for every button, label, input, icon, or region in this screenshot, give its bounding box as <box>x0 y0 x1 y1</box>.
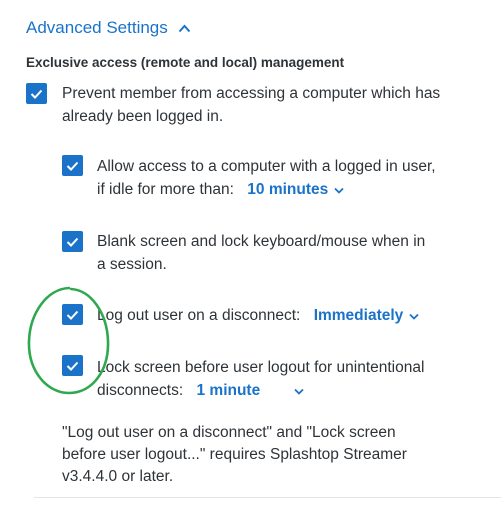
prevent-access-checkbox[interactable] <box>26 83 47 104</box>
logout-timing-dropdown[interactable]: Immediately <box>314 304 420 327</box>
check-icon <box>30 89 43 99</box>
advanced-settings-toggle[interactable]: Advanced Settings <box>26 18 191 38</box>
exclusive-access-heading: Exclusive access (remote and local) mana… <box>26 55 345 70</box>
idle-time-dropdown[interactable]: 10 minutes <box>247 178 344 201</box>
chevron-up-icon <box>178 24 191 33</box>
allow-idle-access-checkbox[interactable] <box>62 155 83 176</box>
allow-idle-access-label: Allow access to a computer with a logged… <box>97 155 436 201</box>
chevron-down-icon <box>334 178 344 201</box>
divider <box>34 497 501 498</box>
check-icon <box>66 161 79 171</box>
streamer-version-note: "Log out user on a disconnect" and "Lock… <box>62 424 407 485</box>
check-icon <box>66 237 79 247</box>
prevent-access-label: Prevent member from accessing a computer… <box>62 85 441 125</box>
lock-delay-dropdown[interactable]: 1 minute <box>196 379 304 402</box>
section-title: Advanced Settings <box>26 18 168 37</box>
blank-screen-checkbox[interactable] <box>62 231 83 252</box>
chevron-down-icon <box>409 304 419 327</box>
chevron-down-icon <box>294 379 304 402</box>
lock-screen-label: Lock screen before user logout for unint… <box>97 356 424 402</box>
advanced-settings-panel: Advanced Settings Exclusive access (remo… <box>0 0 501 507</box>
annotation-ellipse <box>27 286 110 395</box>
logout-on-disconnect-label: Log out user on a disconnect: Immediatel… <box>97 304 419 327</box>
blank-screen-label: Blank screen and lock keyboard/mouse whe… <box>97 233 426 273</box>
